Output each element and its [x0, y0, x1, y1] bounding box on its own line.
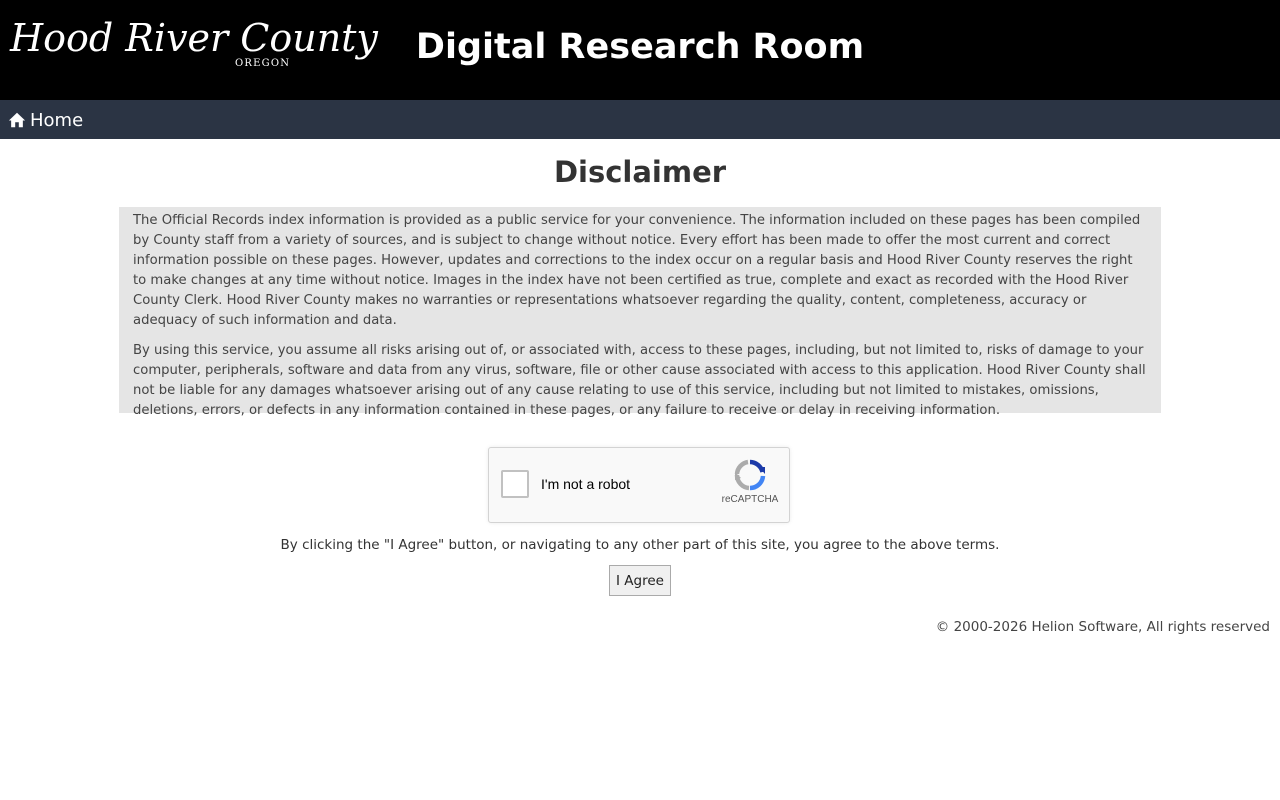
recaptcha-widget: I'm not a robot reCAPTCHA: [488, 447, 790, 523]
disclaimer-paragraph-2: By using this service, you assume all ri…: [133, 343, 1146, 418]
site-header: Hood River County OREGON Digital Researc…: [0, 0, 1280, 100]
home-icon: [8, 112, 26, 128]
recaptcha-brand: reCAPTCHA: [721, 494, 779, 505]
copyright-footer: © 2000-2026 Helion Software, All rights …: [935, 619, 1270, 635]
page-title: Disclaimer: [553, 155, 727, 189]
site-title: Digital Research Room: [415, 27, 865, 67]
recaptcha-checkbox[interactable]: [501, 470, 529, 498]
terms-note: By clicking the "I Agree" button, or nav…: [280, 537, 1000, 553]
disclaimer-box: The Official Records index information i…: [119, 207, 1161, 418]
disclaimer-paragraph-1: The Official Records index information i…: [133, 213, 1141, 328]
nav-bar: Home: [0, 100, 1280, 139]
recaptcha-label: I'm not a robot: [541, 476, 631, 492]
agree-button[interactable]: I Agree: [609, 565, 671, 596]
recaptcha-logo-icon: [734, 459, 766, 491]
nav-home-link[interactable]: Home: [8, 108, 83, 132]
nav-home-label: Home: [30, 109, 84, 131]
